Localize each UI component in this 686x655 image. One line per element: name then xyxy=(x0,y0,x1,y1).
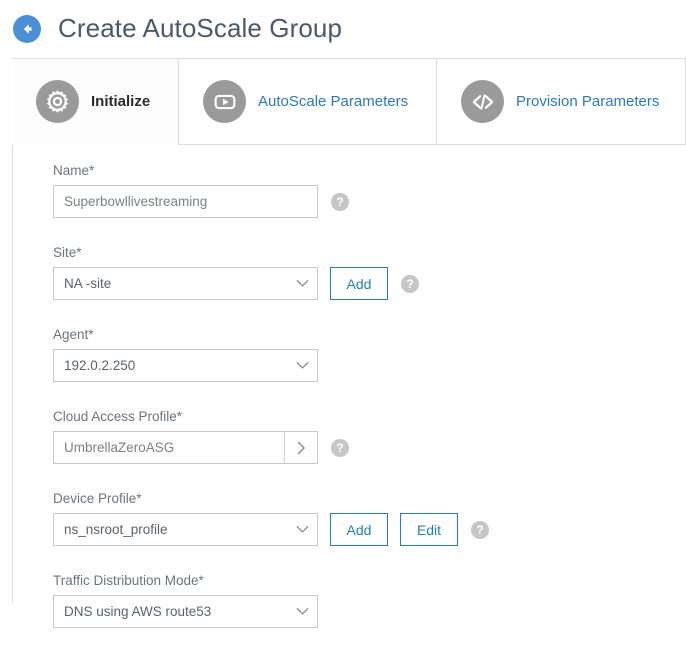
cloud-access-profile-input[interactable]: UmbrellaZeroASG xyxy=(54,432,284,463)
cloud-access-profile-combo[interactable]: UmbrellaZeroASG xyxy=(53,431,318,464)
help-icon[interactable]: ? xyxy=(331,438,349,457)
chevron-down-icon xyxy=(287,525,317,534)
field-name: Name* Superbowllivestreaming ? xyxy=(53,163,673,218)
field-name-label: Name* xyxy=(53,163,95,178)
traffic-distribution-mode-select[interactable]: DNS using AWS route53 xyxy=(53,595,318,628)
tab-provision-parameters[interactable]: Provision Parameters xyxy=(436,58,686,145)
help-icon[interactable]: ? xyxy=(401,274,419,293)
site-select-value: NA -site xyxy=(64,276,112,291)
field-device-profile: Device Profile* ns_nsroot_profile Add Ed… xyxy=(53,491,673,546)
device-profile-edit-button[interactable]: Edit xyxy=(400,513,458,546)
tab-initialize-label: Initialize xyxy=(91,93,151,110)
arrow-left-circle-icon[interactable] xyxy=(13,14,41,43)
tab-initialize[interactable]: Initialize xyxy=(12,58,178,145)
field-agent-label: Agent* xyxy=(53,327,94,342)
site-add-button[interactable]: Add xyxy=(330,267,388,300)
field-agent: Agent* 192.0.2.250 xyxy=(53,327,673,382)
gear-icon xyxy=(36,80,79,123)
play-square-icon xyxy=(203,80,246,123)
tab-provision-parameters-label: Provision Parameters xyxy=(516,93,660,110)
field-site-label: Site* xyxy=(53,245,82,260)
field-traffic-distribution-mode: Traffic Distribution Mode* DNS using AWS… xyxy=(53,573,673,628)
agent-select[interactable]: 192.0.2.250 xyxy=(53,349,318,382)
chevron-right-icon[interactable] xyxy=(284,432,317,463)
tab-strip: Initialize AutoScale Parameters Provisio… xyxy=(12,58,686,145)
content-left-border xyxy=(12,145,13,603)
chevron-down-icon xyxy=(287,279,317,288)
field-traffic-distribution-mode-label: Traffic Distribution Mode* xyxy=(53,573,204,588)
page-title: Create AutoScale Group xyxy=(58,13,343,43)
device-profile-select-value: ns_nsroot_profile xyxy=(64,522,168,537)
tab-autoscale-parameters-label: AutoScale Parameters xyxy=(258,93,409,110)
field-device-profile-label: Device Profile* xyxy=(53,491,142,506)
traffic-distribution-mode-value: DNS using AWS route53 xyxy=(64,604,212,619)
device-profile-select[interactable]: ns_nsroot_profile xyxy=(53,513,318,546)
help-icon[interactable]: ? xyxy=(471,520,489,539)
field-site: Site* NA -site Add ? xyxy=(53,245,673,300)
code-icon xyxy=(461,80,504,123)
agent-select-value: 192.0.2.250 xyxy=(64,358,136,373)
tab-autoscale-parameters[interactable]: AutoScale Parameters xyxy=(178,58,436,145)
chevron-down-icon xyxy=(287,361,317,370)
help-icon[interactable]: ? xyxy=(331,192,349,211)
site-select[interactable]: NA -site xyxy=(53,267,318,300)
name-input[interactable]: Superbowllivestreaming xyxy=(53,185,318,218)
name-input-value: Superbowllivestreaming xyxy=(64,194,208,209)
field-cloud-access-profile-label: Cloud Access Profile* xyxy=(53,409,183,424)
page-header: Create AutoScale Group xyxy=(0,0,686,46)
device-profile-add-button[interactable]: Add xyxy=(330,513,388,546)
field-cloud-access-profile: Cloud Access Profile* UmbrellaZeroASG ? xyxy=(53,409,673,464)
chevron-down-icon xyxy=(287,607,317,616)
initialize-form: Name* Superbowllivestreaming ? Site* NA … xyxy=(53,163,673,655)
